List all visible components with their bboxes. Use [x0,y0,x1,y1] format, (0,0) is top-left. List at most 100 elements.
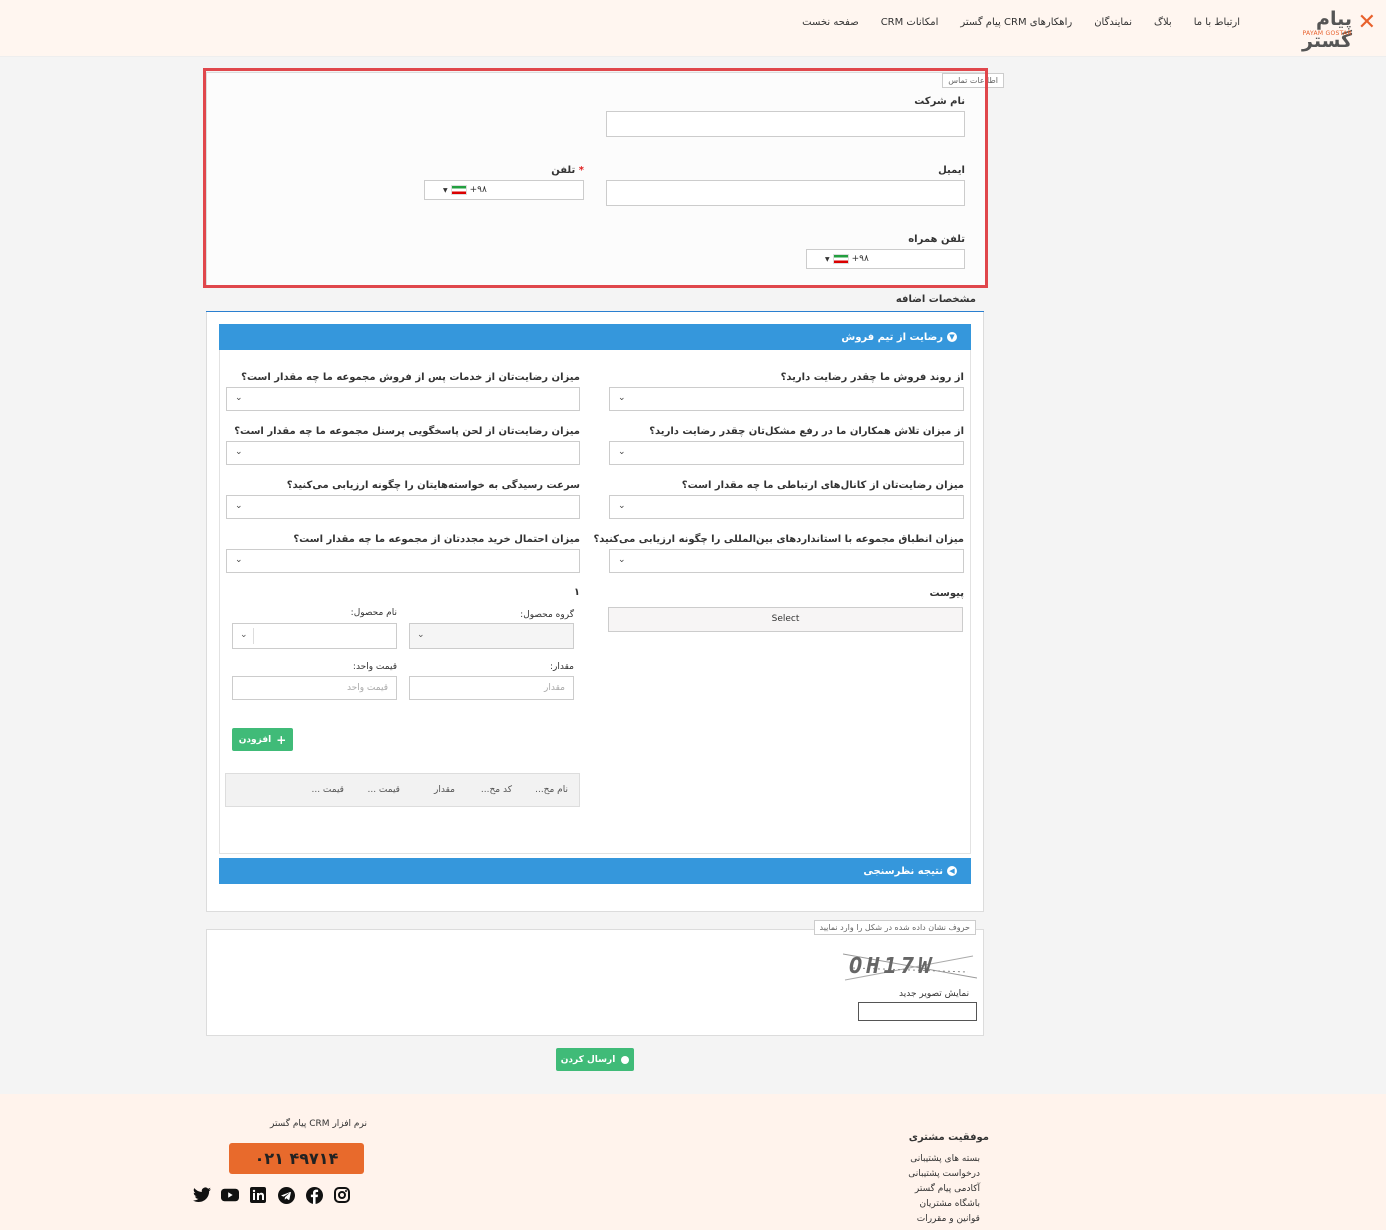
question-select[interactable]: ⌄ [609,495,964,519]
company-name-label: نام شرکت [914,96,965,107]
product-group-label: گروه محصول: [520,610,574,620]
mobile-label: تلفن همراه [908,234,965,245]
question-label: سرعت رسیدگی به خواسته‌هایتان را چگونه ار… [286,480,580,491]
captcha-text: OH17W [849,954,936,979]
new-captcha-link[interactable]: نمایش تصویر جدید [899,989,969,999]
payam-gostar-logo[interactable]: ✕ پیام گستر PAYAM GOSTAR [1266,8,1376,52]
site-header: ✕ پیام گستر PAYAM GOSTAR صفحه نخست امکان… [0,0,1386,57]
question-label: میزان رضایت‌تان از کانال‌های ارتباطی ما … [681,480,964,491]
table-header-cell[interactable]: قیمت ... [311,785,344,795]
dropdown-caret-icon[interactable]: ▼ [443,187,448,194]
email-label: ایمیل [938,165,965,176]
chevron-down-icon: ⌄ [235,393,243,403]
footer-link[interactable]: درخواست پشتیبانی [908,1169,980,1179]
phone-label: * تلفن [551,165,584,176]
footer-section-title: موفقیت مشتری [908,1132,989,1143]
nav-blog[interactable]: بلاگ [1154,17,1172,28]
footer-link[interactable]: بسته های پشتیبانی [910,1154,980,1164]
email-input[interactable] [606,180,965,206]
telegram-icon[interactable] [277,1186,295,1204]
nav-contact[interactable]: ارتباط با ما [1194,17,1240,28]
question-select[interactable]: ⌄ [226,549,580,573]
question-select[interactable]: ⌄ [609,441,964,465]
instagram-icon[interactable] [333,1186,351,1204]
submit-icon [621,1055,630,1064]
question-select[interactable]: ⌄ [226,387,580,411]
facebook-icon[interactable] [305,1186,323,1204]
question-label: از میزان تلاش همکاران ما در رفع مشکل‌تان… [649,426,964,437]
survey-result-title: نتیجه نظرسنجی [863,865,943,877]
sales-satisfaction-title: رضایت از تیم فروش [841,331,943,343]
submit-label: ارسال کردن [560,1054,616,1065]
chevron-down-icon: ⌄ [235,447,243,457]
mobile-country-code: +۹۸ [851,254,869,264]
add-product-button[interactable]: + افزودن [232,728,293,751]
table-header-cell[interactable]: نام مح... [535,785,568,795]
logo-mark-icon: ✕ [1357,10,1376,35]
chevron-down-circle-icon: ▼ [947,332,957,342]
required-marker: * [578,165,584,176]
tab-extra-details[interactable]: مشخصات اضافه [887,292,984,313]
question-select[interactable]: ⌄ [609,387,964,411]
table-header-cell[interactable]: مقدار [434,785,455,795]
twitter-icon[interactable] [193,1186,211,1204]
nav-crm-solutions[interactable]: راهکارهای CRM پیام گستر [960,17,1072,28]
attachment-select-button[interactable]: Select [608,607,963,632]
question-label: میزان رضایت‌تان از لحن پاسخگویی پرسنل مج… [234,426,580,437]
mobile-input[interactable]: ▼ +۹۸ [806,249,965,269]
unit-price-label: قیمت واحد: [352,662,397,672]
add-button-label: افزودن [238,734,272,745]
social-links [193,1186,351,1204]
company-name-input[interactable] [606,111,965,137]
iran-flag-icon [832,254,849,264]
captcha-input[interactable] [858,1002,977,1021]
sales-satisfaction-panel-header[interactable]: ▼ رضایت از تیم فروش [219,324,971,350]
product-name-label: نام محصول: [350,608,397,618]
nav-home[interactable]: صفحه نخست [802,17,859,28]
footer-link[interactable]: آکادمی پیام گستر [915,1184,980,1194]
question-label: از روند فروش ما چقدر رضایت دارید؟ [780,372,964,383]
contact-info-legend: اطلاعات تماس [942,73,1004,88]
site-footer [0,1094,1386,1230]
phone-country-code: +۹۸ [469,185,487,195]
question-select[interactable]: ⌄ [609,549,964,573]
footer-phone-badge[interactable]: ۰۲۱ ۴۹۷۱۴ [229,1143,364,1174]
chevron-down-icon: ⌄ [235,555,243,565]
footer-link[interactable]: قوانین و مقررات [917,1214,980,1224]
chevron-down-icon: ⌄ [618,555,626,565]
nav-agents[interactable]: نمایندگان [1094,17,1132,28]
table-header-cell[interactable]: قیمت ... [367,785,400,795]
question-label: میزان احتمال خرید مجددتان از مجموعه ما چ… [293,534,580,545]
youtube-icon[interactable] [221,1186,239,1204]
product-table-header: نام مح... کد مح... مقدار قیمت ... قیمت .… [225,773,580,807]
question-label: میزان رضایت‌تان از خدمات پس از فروش مجمو… [241,372,580,383]
product-index: ۱ [573,587,580,598]
logo-subtext: PAYAM GOSTAR [1302,30,1352,37]
phone-input[interactable]: ▼ +۹۸ [424,180,584,200]
main-nav: صفحه نخست امکانات CRM راهکارهای CRM پیام… [802,17,1240,28]
dropdown-caret-icon[interactable]: ▼ [825,256,830,263]
product-name-select[interactable]: ⌄ [232,623,397,649]
attachment-label: پیوست [929,588,964,599]
footer-link[interactable]: باشگاه مشتریان [920,1199,980,1209]
question-label: میزان انطباق مجموعه با استانداردهای بین‌… [593,534,964,545]
survey-result-panel-header[interactable]: ◀ نتیجه نظرسنجی [219,858,971,884]
iran-flag-icon [450,185,467,195]
chevron-right-circle-icon: ◀ [947,866,957,876]
chevron-down-icon: ⌄ [618,501,626,511]
table-header-cell[interactable]: کد مح... [481,785,512,795]
chevron-down-icon: ⌄ [240,630,248,640]
nav-crm-features[interactable]: امکانات CRM [881,17,939,28]
chevron-down-icon: ⌄ [618,393,626,403]
plus-icon: + [276,732,287,747]
product-group-select[interactable]: ⌄ [409,623,574,649]
footer-crm-text: نرم افزار CRM پیام گستر [270,1119,367,1129]
question-select[interactable]: ⌄ [226,441,580,465]
quantity-input[interactable]: مقدار [409,676,574,700]
question-select[interactable]: ⌄ [226,495,580,519]
captcha-legend: حروف نشان داده شده در شکل را وارد نمایید [813,920,976,935]
linkedin-icon[interactable] [249,1186,267,1204]
submit-button[interactable]: ارسال کردن [556,1048,634,1071]
chevron-down-icon: ⌄ [235,501,243,511]
unit-price-input[interactable]: قیمت واحد [232,676,397,700]
